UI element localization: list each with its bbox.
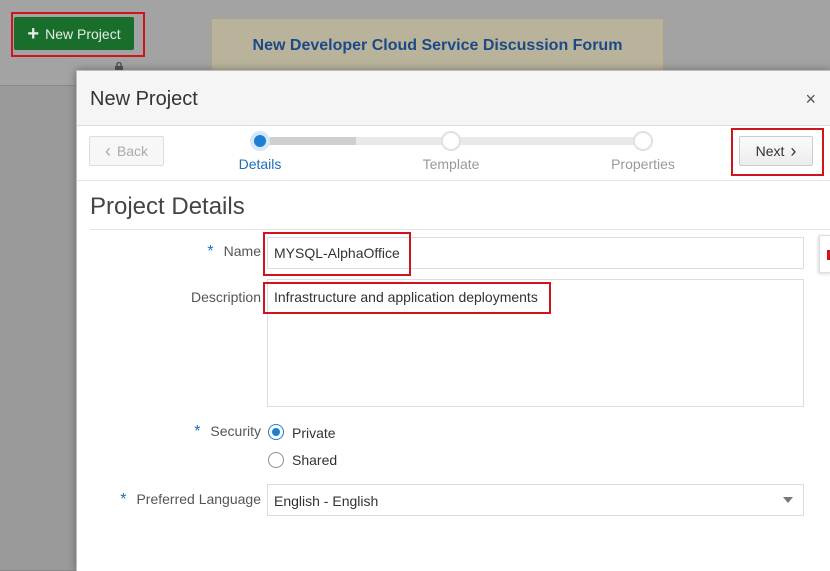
wizard-train: ‹ Back Details Template Properties Next … <box>77 126 830 181</box>
name-label: * Name <box>157 243 261 261</box>
train-stop-details[interactable] <box>250 131 270 151</box>
security-shared-radio[interactable] <box>268 452 284 468</box>
security-shared-label[interactable]: Shared <box>292 452 337 468</box>
close-icon[interactable]: × <box>805 89 816 110</box>
language-value: English - English <box>274 493 379 509</box>
forum-title: New Developer Cloud Service Discussion F… <box>252 37 623 54</box>
chevron-left-icon: ‹ <box>104 141 111 161</box>
required-mark: * <box>207 243 214 260</box>
section-title: Project Details <box>90 193 245 220</box>
annotation-highlight <box>731 128 824 176</box>
forum-banner[interactable]: New Developer Cloud Service Discussion F… <box>211 18 664 78</box>
security-private-label[interactable]: Private <box>292 425 336 441</box>
back-button[interactable]: ‹ Back <box>89 136 164 166</box>
dialog-header: New Project × <box>77 71 830 126</box>
security-label-text: Security <box>210 423 261 439</box>
section-divider <box>90 229 830 230</box>
dialog-title: New Project <box>90 88 198 110</box>
new-project-dialog: New Project × ‹ Back Details Template Pr… <box>76 70 830 571</box>
language-label-text: Preferred Language <box>136 491 261 507</box>
security-label: * Security <box>157 423 261 441</box>
required-mark: * <box>194 423 201 440</box>
step-label-template[interactable]: Template <box>401 156 501 172</box>
language-label: * Preferred Language <box>97 491 261 509</box>
name-label-text: Name <box>223 243 261 259</box>
train-stop-properties[interactable] <box>633 131 653 151</box>
step-label-properties[interactable]: Properties <box>593 156 693 172</box>
step-label-details[interactable]: Details <box>210 156 310 172</box>
annotation-highlight <box>263 232 411 276</box>
annotation-highlight <box>263 282 551 314</box>
help-side-tab[interactable] <box>819 235 830 273</box>
security-private-radio[interactable] <box>268 424 284 440</box>
train-progress-rest <box>356 137 643 145</box>
annotation-highlight <box>11 12 145 57</box>
chevron-down-icon <box>783 497 793 503</box>
train-stop-template[interactable] <box>441 131 461 151</box>
description-label: Description <box>190 289 261 305</box>
train-progress-done <box>260 137 356 145</box>
required-mark: * <box>120 491 127 508</box>
language-select[interactable]: English - English <box>267 484 804 516</box>
back-label: Back <box>116 143 149 159</box>
